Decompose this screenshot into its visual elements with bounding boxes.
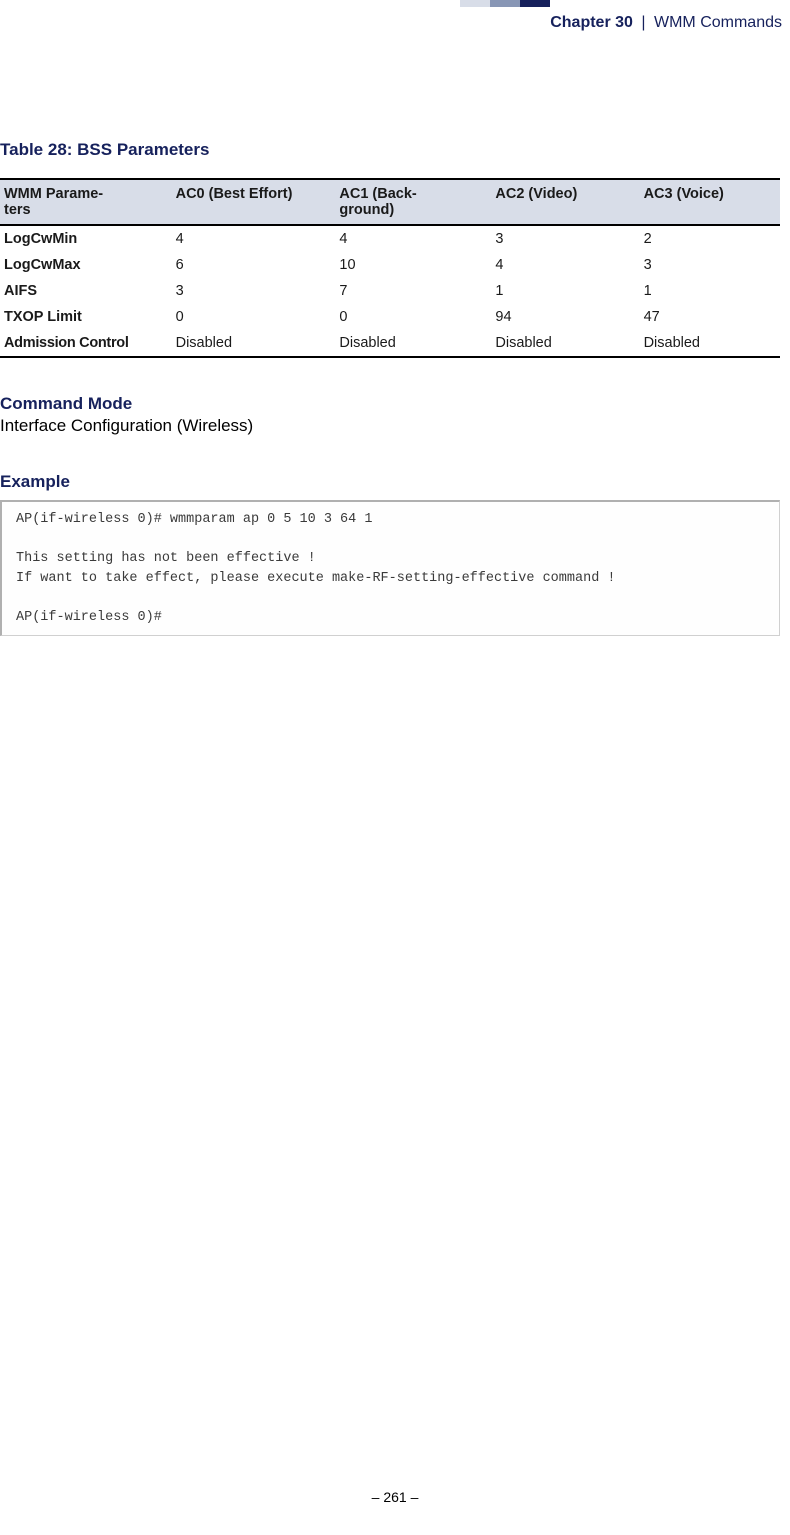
cell: 3 xyxy=(172,278,336,304)
row-label: TXOP Limit xyxy=(0,304,172,330)
table-row: AIFS 3 7 1 1 xyxy=(0,278,780,304)
page-header: Chapter 30 | WMM Commands xyxy=(0,0,790,40)
page-footer: – 261 – xyxy=(0,1489,790,1505)
cell: 1 xyxy=(640,278,780,304)
command-mode-heading: Command Mode xyxy=(0,394,780,414)
bss-parameters-table: WMM Parame- ters AC0 (Best Effort) AC1 (… xyxy=(0,178,780,358)
cell: Disabled xyxy=(640,330,780,357)
chapter-number: Chapter 30 xyxy=(550,14,633,31)
header-separator: | xyxy=(641,14,645,31)
header-text: Chapter 30 | WMM Commands xyxy=(550,14,782,32)
cell: 3 xyxy=(491,225,639,252)
cell: 7 xyxy=(335,278,491,304)
table-row: LogCwMin 4 4 3 2 xyxy=(0,225,780,252)
cell: Disabled xyxy=(335,330,491,357)
row-label: Admission Control xyxy=(0,330,172,357)
page-number: – 261 – xyxy=(372,1489,419,1505)
th-ac2: AC2 (Video) xyxy=(491,179,639,225)
th-ac3: AC3 (Voice) xyxy=(640,179,780,225)
example-code-block: AP(if-wireless 0)# wmmparam ap 0 5 10 3 … xyxy=(0,500,780,636)
example-heading: Example xyxy=(0,472,780,492)
row-label: LogCwMin xyxy=(0,225,172,252)
cell: 10 xyxy=(335,252,491,278)
cell: 0 xyxy=(335,304,491,330)
row-label: LogCwMax xyxy=(0,252,172,278)
th-ac1: AC1 (Back- ground) xyxy=(335,179,491,225)
chapter-subtitle: WMM Commands xyxy=(654,14,782,31)
cell: 4 xyxy=(491,252,639,278)
header-bar-light xyxy=(460,0,490,7)
cell: 47 xyxy=(640,304,780,330)
cell: 6 xyxy=(172,252,336,278)
cell: 3 xyxy=(640,252,780,278)
header-bar-mid xyxy=(490,0,520,7)
th-wmm-parameters: WMM Parame- ters xyxy=(0,179,172,225)
table-header-row: WMM Parame- ters AC0 (Best Effort) AC1 (… xyxy=(0,179,780,225)
command-mode-body: Interface Configuration (Wireless) xyxy=(0,416,780,436)
cell: Disabled xyxy=(172,330,336,357)
header-decoration xyxy=(460,0,550,7)
cell: Disabled xyxy=(491,330,639,357)
row-label: AIFS xyxy=(0,278,172,304)
cell: 2 xyxy=(640,225,780,252)
table-row: LogCwMax 6 10 4 3 xyxy=(0,252,780,278)
table-title: Table 28: BSS Parameters xyxy=(0,140,780,160)
cell: 0 xyxy=(172,304,336,330)
cell: 4 xyxy=(335,225,491,252)
page-content: Table 28: BSS Parameters WMM Parame- ter… xyxy=(0,140,790,636)
th-ac0: AC0 (Best Effort) xyxy=(172,179,336,225)
cell: 4 xyxy=(172,225,336,252)
table-row: TXOP Limit 0 0 94 47 xyxy=(0,304,780,330)
cell: 1 xyxy=(491,278,639,304)
table-row: Admission Control Disabled Disabled Disa… xyxy=(0,330,780,357)
header-bar-dark xyxy=(520,0,550,7)
cell: 94 xyxy=(491,304,639,330)
